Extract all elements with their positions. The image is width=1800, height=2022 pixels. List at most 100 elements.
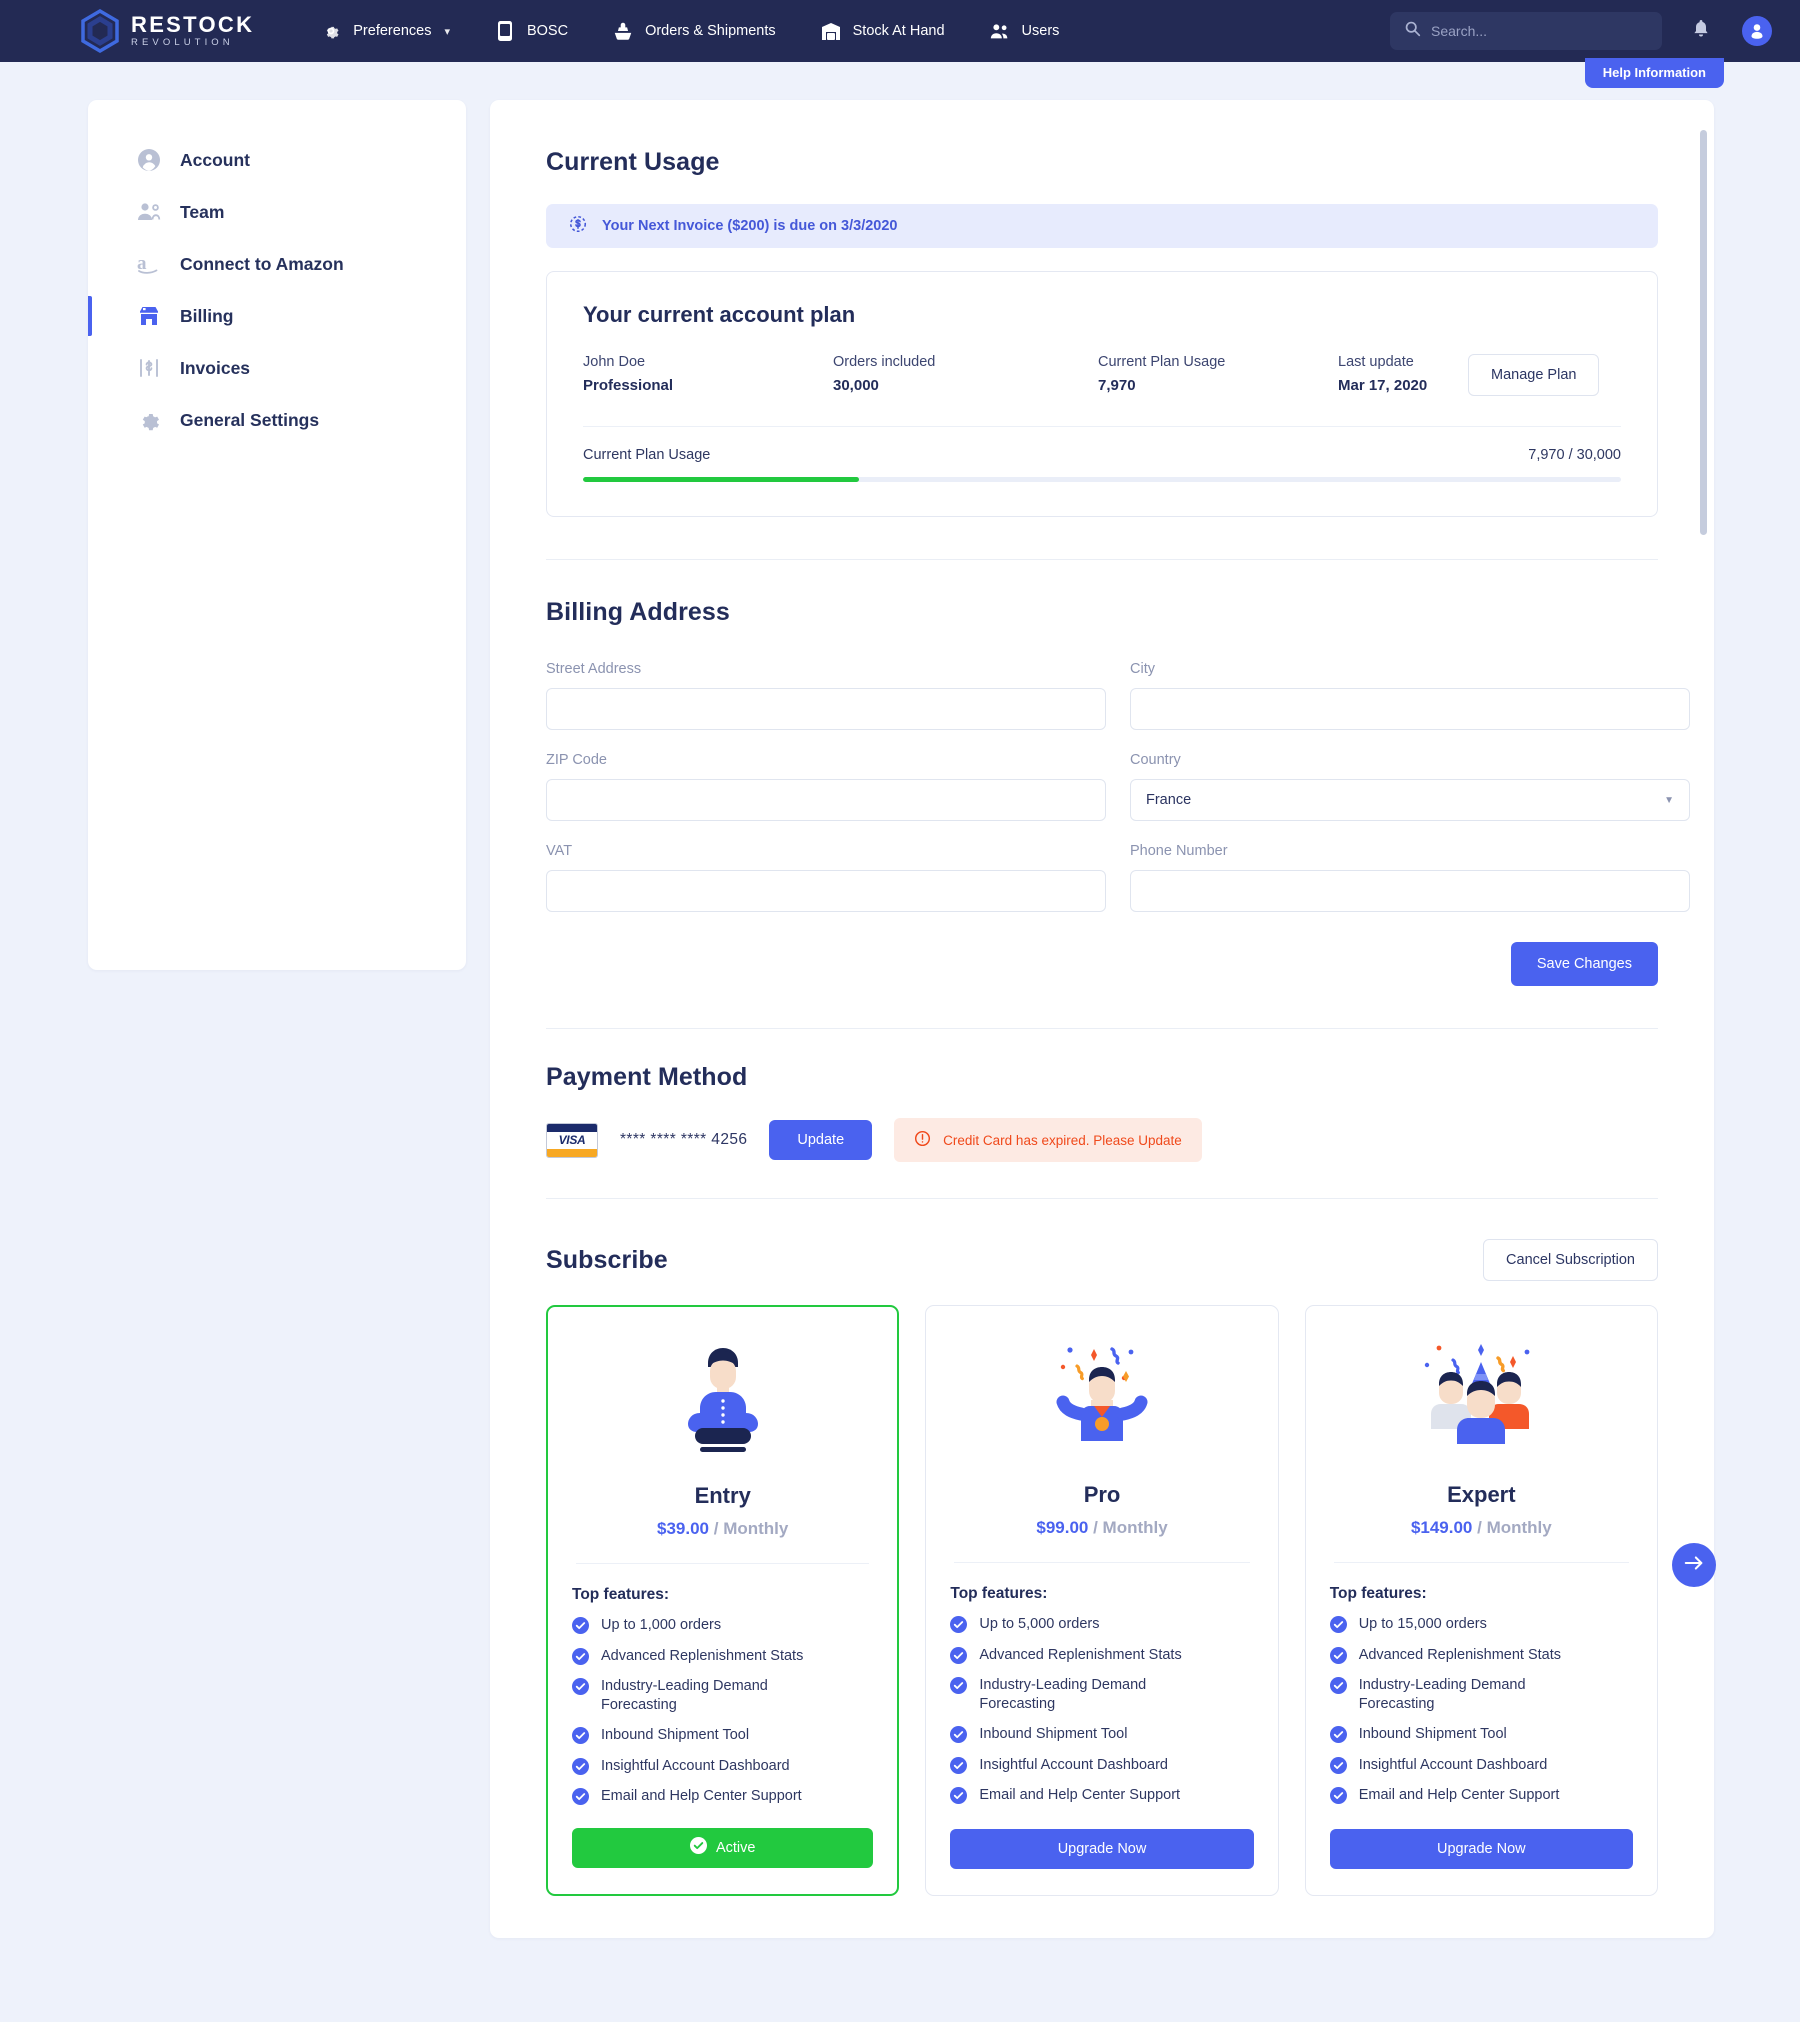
phone-number-input[interactable] bbox=[1130, 870, 1690, 912]
sidebar-label-team: Team bbox=[180, 201, 225, 222]
sidebar-item-billing[interactable]: Billing bbox=[88, 290, 466, 342]
section-divider-subscribe bbox=[546, 1198, 1658, 1199]
nav-item-users[interactable]: Users bbox=[967, 0, 1082, 62]
save-changes-button[interactable]: Save Changes bbox=[1510, 942, 1658, 986]
field-street-address: Street Address bbox=[546, 661, 1106, 730]
plan-user-tier: Professional bbox=[583, 377, 674, 394]
sidebar-item-connect-to-amazon[interactable]: a Connect to Amazon bbox=[88, 238, 466, 290]
sidebar-label-account: Account bbox=[180, 149, 250, 170]
plan-feature-text: Inbound Shipment Tool bbox=[979, 1726, 1128, 1743]
plan-card-entry[interactable]: Entry $39.00 / Monthly Top features: Up … bbox=[546, 1305, 900, 1896]
nav-item-orders-shipments[interactable]: Orders & Shipments bbox=[590, 0, 798, 62]
check-circle-icon bbox=[572, 1678, 589, 1696]
check-circle-icon bbox=[572, 1647, 589, 1665]
plan-usage-column: Current Plan Usage 7,970 bbox=[1098, 354, 1338, 394]
plan-cta-expert[interactable]: Upgrade Now bbox=[1329, 1828, 1633, 1869]
sidebar-label-general-settings: General Settings bbox=[180, 409, 320, 430]
plan-feature-item: Industry-Leading Demand Forecasting bbox=[1329, 1676, 1633, 1713]
account-circle-icon bbox=[136, 147, 162, 173]
nav-item-stock-at-hand[interactable]: Stock At Hand bbox=[798, 0, 967, 62]
field-zip-code: ZIP Code bbox=[546, 752, 1106, 821]
plan-feature-text: Email and Help Center Support bbox=[601, 1788, 802, 1805]
sidebar-item-invoices[interactable]: Invoices bbox=[88, 342, 466, 394]
last-update-value: Mar 17, 2020 bbox=[1338, 377, 1428, 394]
plan-feature-item: Up to 5,000 orders bbox=[950, 1615, 1253, 1634]
plan-feature-text: Up to 1,000 orders bbox=[601, 1617, 722, 1633]
top-features-heading-pro: Top features: bbox=[950, 1585, 1048, 1602]
vertical-scrollbar[interactable] bbox=[1700, 130, 1707, 535]
plan-feature-item: Email and Help Center Support bbox=[572, 1787, 873, 1806]
search-container[interactable] bbox=[1390, 12, 1662, 50]
field-vat: VAT bbox=[546, 843, 1106, 912]
label-vat: VAT bbox=[546, 843, 573, 859]
meditating-person-illustration bbox=[572, 1333, 873, 1461]
sidebar-item-team[interactable]: Team bbox=[88, 186, 466, 238]
plan-feature-text: Insightful Account Dashboard bbox=[1358, 1756, 1548, 1773]
check-circle-icon bbox=[1329, 1726, 1347, 1744]
arrow-right-icon bbox=[1683, 1554, 1705, 1577]
sidebar-item-account[interactable]: Account bbox=[88, 134, 466, 186]
notification-bell-icon[interactable] bbox=[1692, 19, 1710, 44]
plan-feature-item: Inbound Shipment Tool bbox=[950, 1725, 1253, 1744]
user-avatar[interactable] bbox=[1742, 16, 1772, 46]
nav-item-preferences[interactable]: Preferences ▾ bbox=[298, 0, 472, 62]
nav-item-bosc[interactable]: BOSC bbox=[472, 0, 590, 62]
street-address-input[interactable] bbox=[546, 688, 1106, 730]
plan-feature-item: Advanced Replenishment Stats bbox=[572, 1647, 873, 1666]
brand-name-line2: REVOLUTION bbox=[131, 37, 234, 49]
check-circle-icon bbox=[950, 1677, 968, 1695]
users-icon bbox=[989, 20, 1011, 42]
sidebar-label-connect-to-amazon: Connect to Amazon bbox=[180, 253, 344, 274]
check-circle-icon bbox=[950, 1756, 968, 1774]
search-input[interactable] bbox=[1431, 23, 1648, 39]
plan-feature-item: Email and Help Center Support bbox=[1329, 1786, 1633, 1805]
plan-feature-item: Advanced Replenishment Stats bbox=[1329, 1646, 1633, 1665]
plan-card-divider bbox=[583, 426, 1621, 427]
field-country: Country France ▼ bbox=[1130, 752, 1690, 821]
zip-code-input[interactable] bbox=[546, 779, 1106, 821]
help-information-pill[interactable]: Help Information bbox=[1584, 58, 1724, 88]
check-circle-icon bbox=[1329, 1756, 1347, 1774]
last-update-label: Last update bbox=[1338, 354, 1414, 370]
billing-main-panel: Current Usage Your Next Invoice ($200) i… bbox=[490, 100, 1716, 1938]
plan-cta-label-entry: Active bbox=[715, 1839, 756, 1856]
usage-bar-value: 7,970 / 30,000 bbox=[1528, 447, 1621, 463]
sidebar-item-general-settings[interactable]: General Settings bbox=[88, 394, 466, 446]
plan-card-pro[interactable]: Pro $99.00 / Monthly Top features: Up to… bbox=[925, 1305, 1279, 1896]
plan-cta-pro[interactable]: Upgrade Now bbox=[950, 1828, 1254, 1869]
plan-feature-item: Up to 1,000 orders bbox=[572, 1616, 873, 1635]
country-select[interactable]: France ▼ bbox=[1130, 779, 1690, 821]
masked-card-number: **** **** **** 4256 bbox=[620, 1131, 748, 1148]
update-payment-button[interactable]: Update bbox=[769, 1120, 873, 1160]
label-country: Country bbox=[1130, 752, 1181, 768]
check-circle-icon bbox=[1329, 1616, 1347, 1633]
plan-feature-text: Up to 15,000 orders bbox=[1358, 1616, 1487, 1632]
plan-orders-column: Orders included 30,000 bbox=[833, 354, 1098, 394]
label-street-address: Street Address bbox=[546, 661, 642, 677]
card-expired-alert-text: Credit Card has expired. Please Update bbox=[943, 1132, 1182, 1148]
check-circle-icon bbox=[1329, 1787, 1347, 1805]
check-circle-icon bbox=[572, 1757, 589, 1775]
vat-input[interactable] bbox=[546, 870, 1106, 912]
usage-progress-fill bbox=[583, 477, 860, 482]
chevron-down-icon: ▾ bbox=[444, 25, 450, 38]
check-circle-icon bbox=[950, 1726, 968, 1744]
brand-logo[interactable]: RESTOCK REVOLUTION bbox=[80, 8, 254, 54]
plan-cta-entry[interactable]: Active bbox=[572, 1827, 874, 1868]
check-circle-icon bbox=[1329, 1677, 1347, 1695]
plan-price-entry: $39.00 / Monthly bbox=[572, 1519, 873, 1539]
section-divider-payment bbox=[546, 1028, 1658, 1029]
manage-plan-button[interactable]: Manage Plan bbox=[1468, 354, 1600, 396]
cancel-subscription-button[interactable]: Cancel Subscription bbox=[1483, 1239, 1658, 1281]
billing-address-heading: Billing Address bbox=[546, 598, 730, 626]
top-features-heading-expert: Top features: bbox=[1329, 1585, 1427, 1602]
store-icon bbox=[136, 303, 162, 329]
label-phone-number: Phone Number bbox=[1130, 843, 1228, 859]
plan-card-expert[interactable]: Expert $149.00 / Monthly Top features: U… bbox=[1304, 1305, 1658, 1896]
next-plans-arrow-button[interactable] bbox=[1672, 1543, 1716, 1587]
section-divider-billing bbox=[546, 559, 1658, 560]
visa-card-icon: VISA bbox=[546, 1122, 598, 1158]
city-input[interactable] bbox=[1130, 688, 1690, 730]
party-group-illustration bbox=[1330, 1332, 1633, 1460]
country-selected-value: France bbox=[1146, 792, 1192, 808]
